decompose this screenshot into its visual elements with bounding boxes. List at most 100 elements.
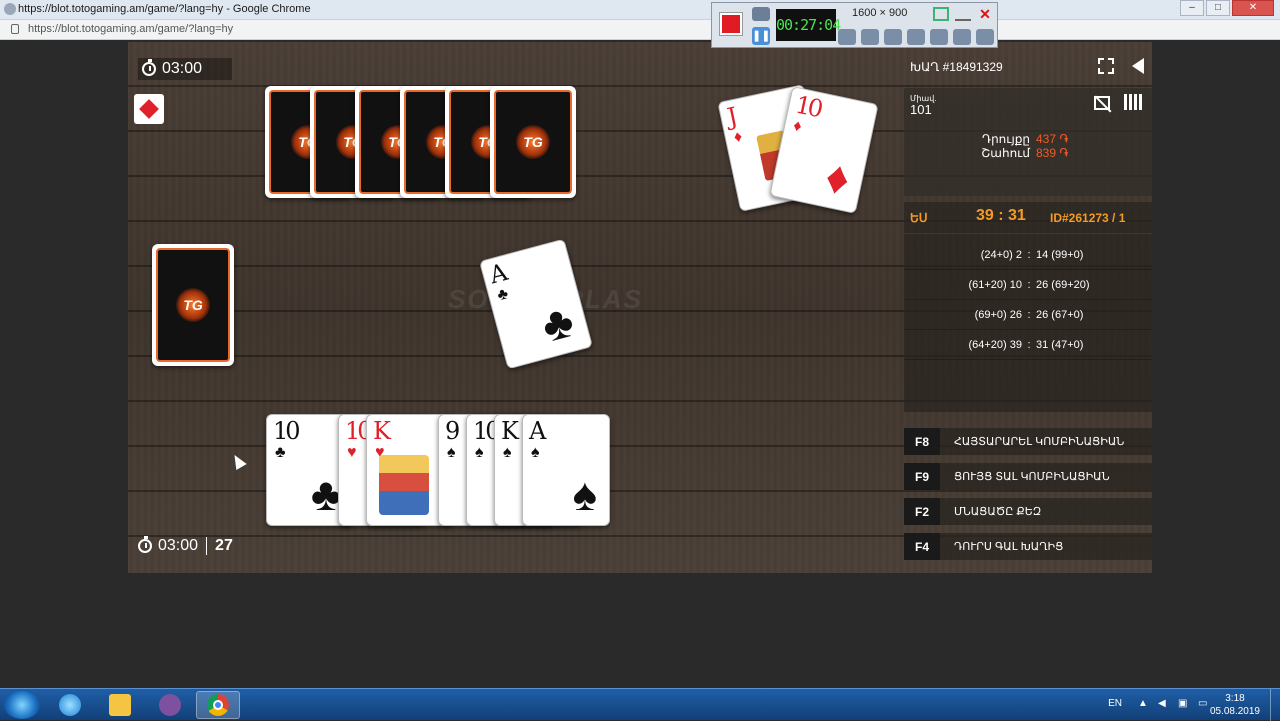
- round-left: (24+0) 2: [980, 248, 1022, 261]
- minimize-icon[interactable]: [955, 7, 971, 21]
- lock-icon: [11, 24, 19, 34]
- card-rank: A: [529, 417, 546, 445]
- stat-value: 437 ֏: [1036, 132, 1069, 146]
- restore-icon[interactable]: [933, 7, 949, 21]
- card-suit-large: ♣: [536, 294, 579, 353]
- sound-icon[interactable]: [1132, 58, 1144, 74]
- window-title: https://blot.totogaming.am/game/?lang=hy…: [18, 3, 311, 15]
- king-art: [379, 455, 429, 515]
- card-suit: ♠: [503, 444, 512, 461]
- tg-logo: TG: [516, 125, 550, 159]
- viber-icon: [159, 694, 181, 716]
- team-label: ԵՍ: [910, 211, 928, 225]
- stop-record-button[interactable]: [719, 12, 743, 36]
- round-row: (24+0) 2: 14 (99+0): [904, 240, 1152, 270]
- shortcut-leave-game[interactable]: F4 ԴՈՒՐՍ ԳԱԼ ԽԱՂԻՑ: [904, 533, 1152, 560]
- url-text[interactable]: https://blot.totogaming.am/game/?lang=hy: [28, 23, 233, 35]
- taskbar-explorer[interactable]: [98, 691, 142, 719]
- tray-network-icon[interactable]: ▣: [1178, 698, 1190, 710]
- stopwatch-icon: [142, 59, 156, 76]
- start-button[interactable]: [4, 691, 40, 719]
- card-rank: 9: [445, 417, 460, 445]
- camera-icon[interactable]: [752, 7, 770, 21]
- shortcut-declare-combination[interactable]: F8 ՀԱՅՏԱՐԱՐԵԼ ԿՈՄԲԻՆԱՑԻԱՆ: [904, 428, 1152, 455]
- round-right: 26 (67+0): [1036, 308, 1084, 321]
- record-resolution: 1600 × 900: [852, 7, 908, 19]
- taskbar: EN ▲ ◀ ▣ ▭ 3:18 05.08.2019: [0, 688, 1280, 721]
- close-icon[interactable]: ✕: [977, 7, 993, 21]
- card-suit: ♠: [447, 444, 456, 461]
- show-desktop-button[interactable]: [1270, 689, 1280, 721]
- card-suit: ♥: [347, 444, 357, 461]
- taskbar-viber[interactable]: [148, 691, 192, 719]
- round-list: (24+0) 2: 14 (99+0) (61+20) 10: 26 (69+2…: [904, 240, 1152, 360]
- pen-icon[interactable]: [930, 29, 948, 45]
- shortcut-key: F8: [904, 428, 940, 455]
- minimize-button[interactable]: –: [1180, 0, 1204, 16]
- stat-label: Շահում: [981, 146, 1030, 160]
- card-suit-large: ♠: [572, 468, 597, 520]
- card-suit: ♦: [791, 117, 804, 136]
- hand-card[interactable]: A ♠ ♠: [522, 414, 610, 526]
- total-score: 39 : 31: [976, 207, 1026, 224]
- shortcut-list: F8 ՀԱՅՏԱՐԱՐԵԼ ԿՈՄԲԻՆԱՑԻԱՆ F9 ՑՈՒՅՑ ՏԱԼ Կ…: [904, 428, 1152, 568]
- card-rank: A: [486, 258, 508, 290]
- tray-arrow-icon[interactable]: ▲: [1138, 698, 1150, 710]
- stake-box: Միավ. 101 Դրույքը 437 ֏ Շահում 839 ֏: [904, 88, 1152, 196]
- card-rank: K: [373, 417, 391, 445]
- stat-value: 839 ֏: [1036, 146, 1069, 160]
- round-left: (64+20) 39: [968, 338, 1022, 351]
- stat-row: Դրույքը 437 ֏: [904, 132, 1152, 146]
- mic-icon[interactable]: [861, 29, 879, 45]
- clock-time: 3:18: [1225, 693, 1245, 704]
- recorder-window-controls: ✕: [933, 7, 993, 21]
- history-icon[interactable]: [1124, 94, 1144, 110]
- card-suit-large: ♣: [310, 468, 341, 520]
- opponent-timer: 03:00: [138, 58, 233, 80]
- round-row: (61+20) 10: 26 (69+20): [904, 270, 1152, 300]
- mouse-cursor: [229, 451, 247, 471]
- shortcut-remaining-yours[interactable]: F2 ՄՆԱՑԱԾԸ ՔԵԶ: [904, 498, 1152, 525]
- volume-icon[interactable]: [838, 29, 856, 45]
- settings-icon[interactable]: [976, 29, 994, 45]
- card-suit: ♠: [475, 444, 484, 461]
- maximize-button[interactable]: □: [1206, 0, 1230, 16]
- close-button[interactable]: ✕: [1232, 0, 1274, 16]
- tg-logo: TG: [176, 288, 210, 322]
- language-indicator[interactable]: EN: [1108, 698, 1122, 709]
- chat-off-icon[interactable]: [1094, 96, 1110, 110]
- trump-suit-indicator: [134, 94, 164, 124]
- cursor-icon[interactable]: [907, 29, 925, 45]
- round-row: (64+20) 39: 31 (47+0): [904, 330, 1152, 360]
- player-timer: 03:00 27: [138, 536, 233, 555]
- system-clock[interactable]: 3:18 05.08.2019: [1210, 692, 1260, 718]
- pause-button[interactable]: ❚❚: [752, 27, 770, 45]
- panel-header: ԽԱՂ #18491329: [904, 52, 1152, 82]
- card-suit: ♠: [531, 444, 540, 461]
- folder-icon[interactable]: [953, 29, 971, 45]
- webcam-icon[interactable]: [884, 29, 902, 45]
- stake-stats: Դրույքը 437 ֏ Շահում 839 ֏: [904, 132, 1152, 160]
- address-bar[interactable]: https://blot.totogaming.am/game/?lang=hy: [0, 20, 1280, 40]
- fullscreen-icon[interactable]: [1098, 58, 1114, 74]
- points-value: 101: [910, 102, 932, 117]
- round-right: 14 (99+0): [1036, 248, 1084, 261]
- card-suit-large: ♦: [820, 149, 855, 206]
- ie-icon: [59, 694, 81, 716]
- browser-titlebar: https://blot.totogaming.am/game/?lang=hy…: [0, 0, 1280, 20]
- recorder-tools: [838, 29, 994, 45]
- round-id: ID#261273 / 1: [1050, 211, 1126, 225]
- round-right: 31 (47+0): [1036, 338, 1084, 351]
- card-rank: J: [724, 102, 738, 132]
- left-opponent-card-back: TG: [152, 244, 234, 366]
- card-suit: ♣: [275, 444, 286, 461]
- taskbar-chrome[interactable]: [196, 691, 240, 719]
- taskbar-ie[interactable]: [48, 691, 92, 719]
- stat-row: Շահում 839 ֏: [904, 146, 1152, 160]
- shortcut-show-combination[interactable]: F9 ՑՈՒՅՑ ՏԱԼ ԿՈՄԲԻՆԱՑԻԱՆ: [904, 463, 1152, 490]
- timer-value: 03:00: [162, 60, 203, 77]
- tray-action-center-icon[interactable]: ▭: [1198, 698, 1210, 710]
- round-left: (69+0) 26: [974, 308, 1022, 321]
- tray-volume-icon[interactable]: ◀: [1158, 698, 1170, 710]
- clock-date: 05.08.2019: [1209, 706, 1260, 717]
